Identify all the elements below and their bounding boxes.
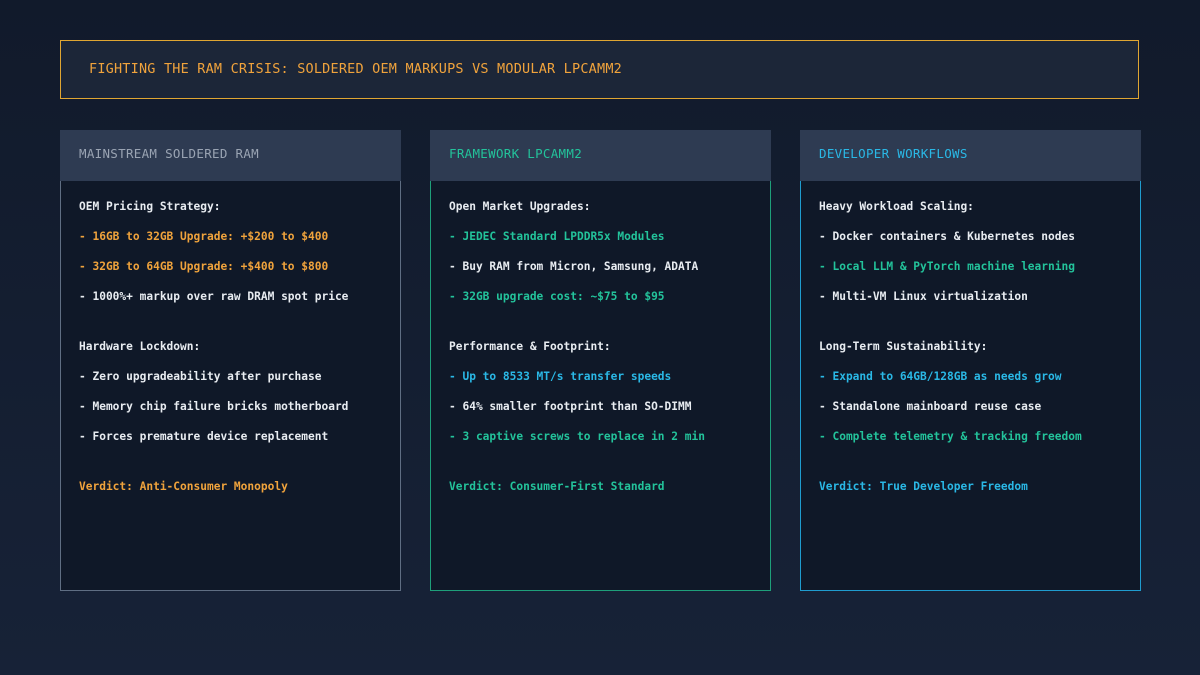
list-item: - 32GB to 64GB Upgrade: +$400 to $800 — [79, 260, 329, 273]
column-framework-lpcamm2: FRAMEWORK LPCAMM2 Open Market Upgrades: … — [430, 130, 771, 591]
verdict-text: Verdict: Consumer-First Standard — [449, 480, 665, 493]
list-item: - Buy RAM from Micron, Samsung, ADATA — [449, 260, 699, 273]
verdict-text: Verdict: True Developer Freedom — [819, 480, 1028, 493]
page-title: FIGHTING THE RAM CRISIS: SOLDERED OEM MA… — [89, 61, 622, 77]
section-title: Heavy Workload Scaling: — [819, 200, 974, 213]
list-item: - JEDEC Standard LPDDR5x Modules — [449, 230, 665, 243]
section-title: OEM Pricing Strategy: — [79, 200, 221, 213]
column-header: FRAMEWORK LPCAMM2 — [430, 130, 771, 181]
list-item: - Complete telemetry & tracking freedom — [819, 430, 1082, 443]
list-item: - Memory chip failure bricks motherboard — [79, 400, 349, 413]
section-title: Long-Term Sustainability: — [819, 340, 988, 353]
list-item: - Zero upgradeability after purchase — [79, 370, 322, 383]
column-soldered-ram: MAINSTREAM SOLDERED RAM OEM Pricing Stra… — [60, 130, 401, 591]
list-item: - Standalone mainboard reuse case — [819, 400, 1042, 413]
list-item: - 1000%+ markup over raw DRAM spot price — [79, 290, 349, 303]
column-title: DEVELOPER WORKFLOWS — [819, 146, 968, 161]
list-item: - Forces premature device replacement — [79, 430, 329, 443]
title-banner: FIGHTING THE RAM CRISIS: SOLDERED OEM MA… — [60, 40, 1139, 99]
list-item: - Up to 8533 MT/s transfer speeds — [449, 370, 672, 383]
column-title: MAINSTREAM SOLDERED RAM — [79, 146, 259, 161]
column-header: DEVELOPER WORKFLOWS — [800, 130, 1141, 181]
column-title: FRAMEWORK LPCAMM2 — [449, 146, 583, 161]
list-item: - 32GB upgrade cost: ~$75 to $95 — [449, 290, 665, 303]
section-title: Open Market Upgrades: — [449, 200, 591, 213]
list-item: - Local LLM & PyTorch machine learning — [819, 260, 1075, 273]
list-item: - 64% smaller footprint than SO-DIMM — [449, 400, 692, 413]
list-item: - Expand to 64GB/128GB as needs grow — [819, 370, 1062, 383]
section-title: Hardware Lockdown: — [79, 340, 201, 353]
list-item: - Docker containers & Kubernetes nodes — [819, 230, 1075, 243]
list-item: - 16GB to 32GB Upgrade: +$200 to $400 — [79, 230, 329, 243]
section-title: Performance & Footprint: — [449, 340, 611, 353]
column-developer-workflows: DEVELOPER WORKFLOWS Heavy Workload Scali… — [800, 130, 1141, 591]
list-item: - Multi-VM Linux virtualization — [819, 290, 1028, 303]
column-header: MAINSTREAM SOLDERED RAM — [60, 130, 401, 181]
verdict-text: Verdict: Anti-Consumer Monopoly — [79, 480, 288, 493]
list-item: - 3 captive screws to replace in 2 min — [449, 430, 705, 443]
